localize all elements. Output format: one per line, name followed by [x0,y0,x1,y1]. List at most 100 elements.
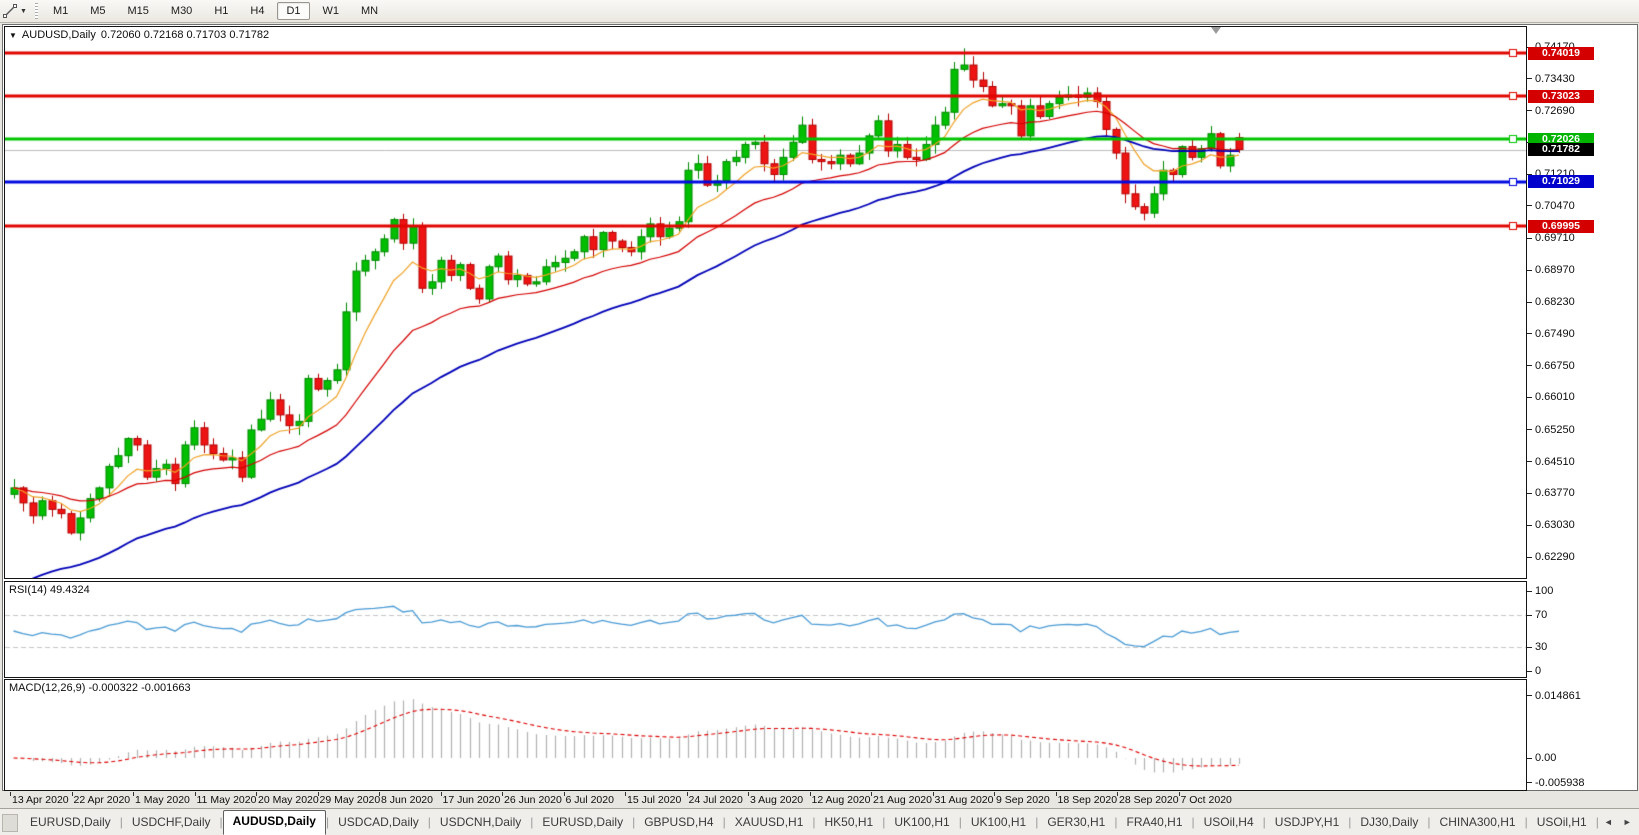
chart-tab-bar: EURUSD,Daily|USDCHF,Daily|AUDUSD,Daily|U… [0,808,1639,835]
axis-tick-mark [1527,429,1532,430]
price-axis-label: 0.70470 [1535,200,1575,212]
chart-tab[interactable]: USOil,H4 [1195,812,1263,834]
macd-axis-label: 0.00 [1535,752,1556,764]
level-price-badge[interactable]: 0.74019 [1528,47,1594,60]
time-axis-label: 7 Oct 2020 [1181,794,1232,806]
time-axis-label: 22 Apr 2020 [74,794,131,806]
time-axis-tick [933,792,934,796]
rsi-axis-label: 100 [1535,585,1553,597]
time-axis-label: 29 May 2020 [320,794,381,806]
chart-window: ▼ AUDUSD,Daily 0.72060 0.72168 0.71703 0… [2,24,1638,791]
timeframe-button-m5[interactable]: M5 [81,2,114,20]
tabs-scroll-right-button[interactable]: ► [1618,817,1637,834]
chart-tab[interactable]: USDJPY,H1 [1266,812,1348,834]
time-axis-tick [625,792,626,796]
line-style-icon[interactable] [1,3,19,19]
time-axis-tick [1179,792,1180,796]
time-axis-tick [994,792,995,796]
chart-tab[interactable]: UK100,H1 [962,812,1035,834]
level-price-badge[interactable]: 0.71029 [1528,175,1594,188]
chart-tab[interactable]: USDCHF,Daily [123,812,220,834]
chart-tabs: EURUSD,Daily|USDCHF,Daily|AUDUSD,Daily|U… [21,810,1637,834]
price-axis-label: 0.65250 [1535,424,1575,436]
time-axis-label: 15 Jul 2020 [627,794,681,806]
price-axis-label: 0.66750 [1535,360,1575,372]
current-price-badge[interactable]: 0.71782 [1528,143,1594,156]
level-price-badge[interactable]: 0.69995 [1528,220,1594,233]
macd-axis-label: -0.005938 [1535,777,1585,789]
time-axis-label: 24 Jul 2020 [689,794,743,806]
chart-tab[interactable]: CHINA300,H1 [1431,812,1525,834]
time-axis-label: 26 Jun 2020 [504,794,562,806]
time-axis-label: 28 Sep 2020 [1119,794,1179,806]
time-axis-tick [1117,792,1118,796]
time-axis-label: 6 Jul 2020 [566,794,614,806]
timeframe-button-m30[interactable]: M30 [162,2,201,20]
chart-tab[interactable]: FRA40,H1 [1117,812,1191,834]
time-axis-label: 31 Aug 2020 [935,794,994,806]
chart-tab[interactable]: AUDUSD,Daily [223,810,326,835]
time-axis[interactable]: 13 Apr 202022 Apr 20201 May 202011 May 2… [2,792,1636,807]
rsi-pane[interactable]: RSI(14) 49.4324 [4,581,1527,678]
price-axis-label: 0.64510 [1535,456,1575,468]
price-axis-label: 0.68230 [1535,296,1575,308]
macd-canvas[interactable] [5,680,1526,790]
price-axis[interactable]: 0.741700.734300.726900.719500.712100.704… [1527,25,1637,790]
rsi-canvas[interactable] [5,582,1526,677]
time-axis-tick [195,792,196,796]
time-axis-label: 17 Jun 2020 [443,794,501,806]
title-dropdown-icon[interactable]: ▼ [9,31,17,40]
price-axis-label: 0.63770 [1535,487,1575,499]
chart-tab[interactable]: HK50,H1 [816,812,883,834]
axis-tick-mark [1527,397,1532,398]
price-pane[interactable]: ▼ AUDUSD,Daily 0.72060 0.72168 0.71703 0… [4,26,1527,579]
time-axis-tick [810,792,811,796]
timeframe-button-mn[interactable]: MN [352,2,387,20]
chart-tab[interactable]: USDCNH,Daily [431,812,530,834]
chart-shift-marker[interactable] [1211,27,1221,34]
axis-tick-mark [1527,461,1532,462]
timeframe-buttons: M1M5 M15M30H1H4D1 W1MN [42,2,389,20]
rsi-axis-label: 70 [1535,609,1547,621]
timeframe-button-d1[interactable]: D1 [277,2,309,20]
chart-tab[interactable]: UK100,H1 [885,812,958,834]
chart-tab[interactable]: EURUSD,Daily [21,812,120,834]
chart-tab[interactable]: USDCAD,Daily [329,812,428,834]
axis-tick-mark [1527,302,1532,303]
axis-tick-mark [1527,365,1532,366]
axis-tick-mark [1527,110,1532,111]
macd-axis-label: 0.014861 [1535,690,1581,702]
time-axis-label: 21 Aug 2020 [873,794,932,806]
price-axis-label: 0.72690 [1535,105,1575,117]
toolbar-grip[interactable] [35,3,38,19]
chart-tab[interactable]: USOil,H1 [1528,812,1596,834]
time-axis-tick [256,792,257,796]
rsi-axis-label: 0 [1535,665,1541,677]
timeframe-button-m1[interactable]: M1 [44,2,77,20]
chart-tab[interactable]: XAUUSD,H1 [726,812,813,834]
time-axis-tick [441,792,442,796]
time-axis-tick [318,792,319,796]
timeframe-button-m15[interactable]: M15 [119,2,158,20]
level-price-badge[interactable]: 0.73023 [1528,90,1594,103]
price-axis-label: 0.73430 [1535,73,1575,85]
price-canvas[interactable] [5,27,1526,578]
axis-tick-mark [1527,671,1532,672]
time-axis-label: 9 Sep 2020 [996,794,1050,806]
timeframe-button-h4[interactable]: H4 [241,2,273,20]
dropdown-caret-icon[interactable]: ▼ [19,8,31,15]
tabs-scroll-left-button[interactable]: ◄ [1599,817,1618,834]
timeframe-toolbar: ▼ M1M5 M15M30H1H4D1 W1MN [0,0,1639,23]
chart-tab[interactable]: GER30,H1 [1038,812,1114,834]
timeframe-button-w1[interactable]: W1 [314,2,349,20]
axis-tick-mark [1527,647,1532,648]
chart-tab[interactable]: DJ30,Daily [1351,812,1427,834]
chart-tab[interactable]: EURUSD,Daily [533,812,632,834]
price-axis-label: 0.67490 [1535,328,1575,340]
chart-tab[interactable]: GBPUSD,H4 [635,812,722,834]
rsi-axis-label: 30 [1535,641,1547,653]
time-axis-label: 20 May 2020 [258,794,319,806]
timeframe-button-h1[interactable]: H1 [205,2,237,20]
time-axis-label: 11 May 2020 [197,794,257,806]
macd-pane[interactable]: MACD(12,26,9) -0.000322 -0.001663 [4,679,1527,791]
